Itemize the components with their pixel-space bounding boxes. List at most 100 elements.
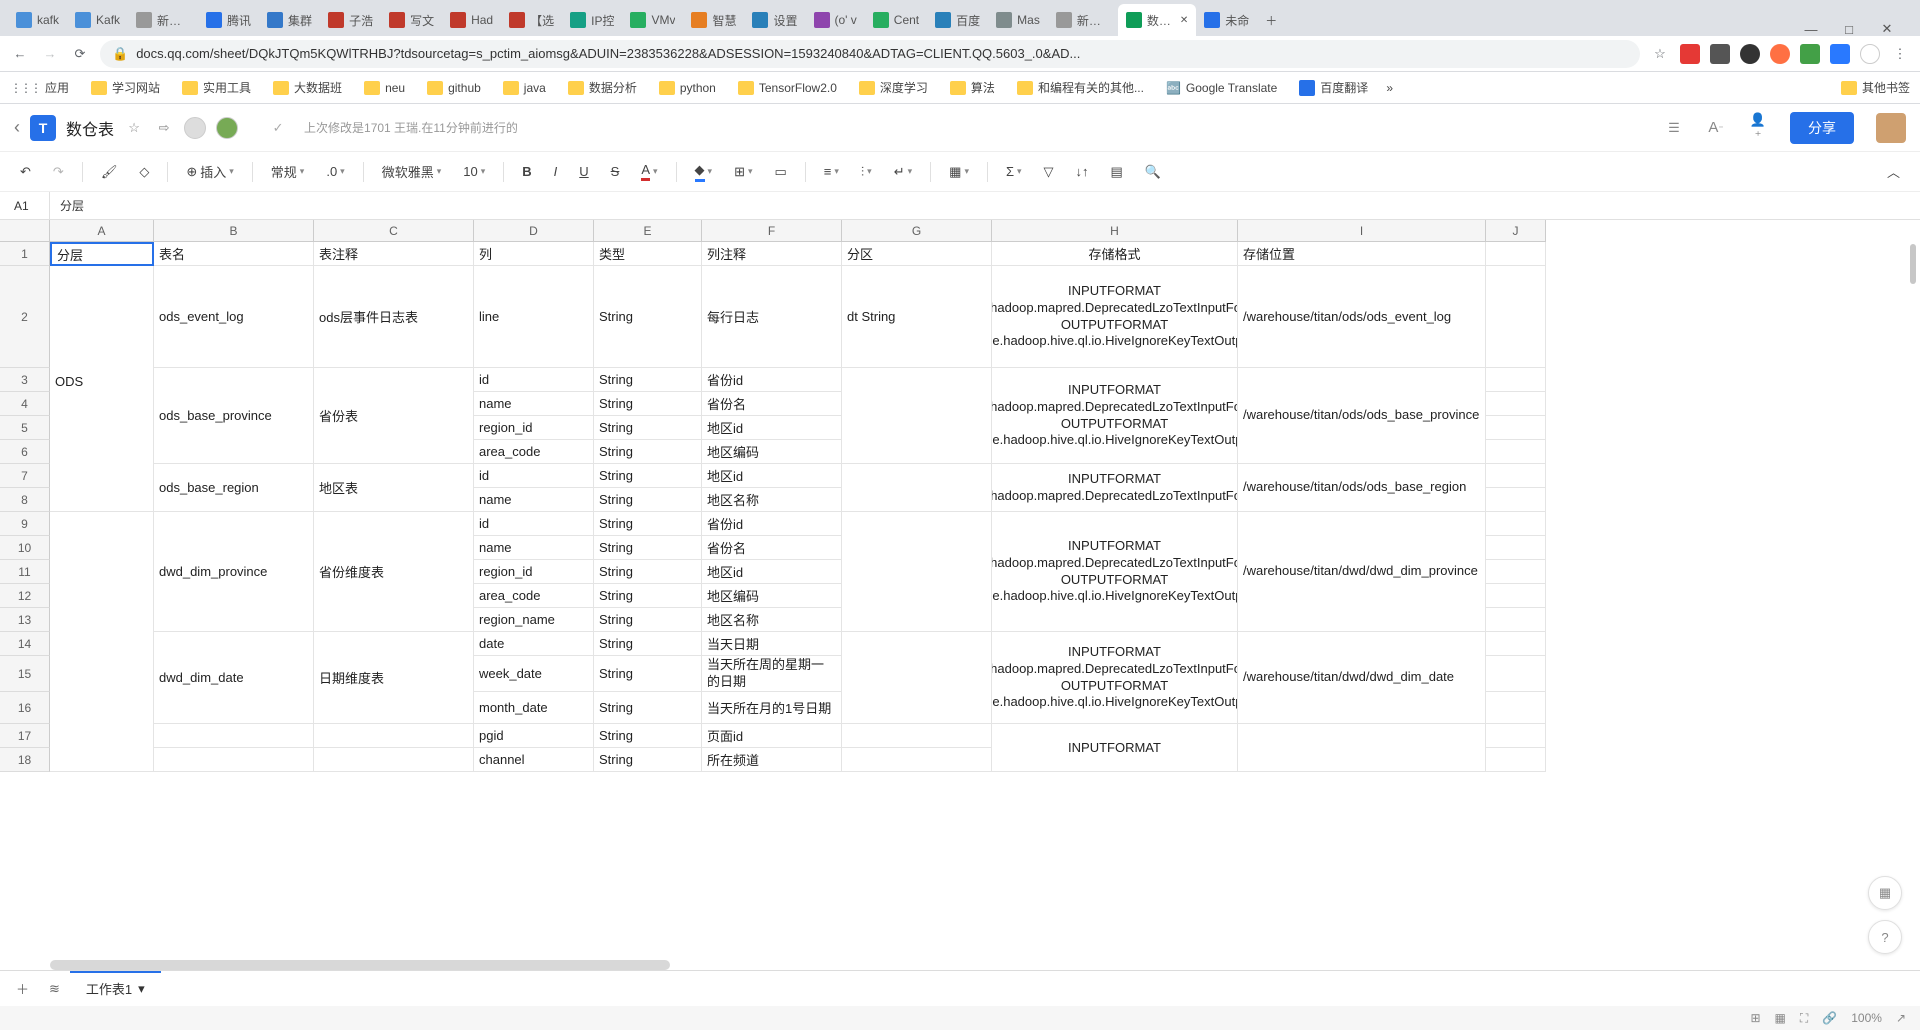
browser-tab[interactable]: 新标签页 (128, 4, 198, 36)
number-format[interactable]: 常规▾ (267, 158, 309, 185)
cell-F1[interactable]: 列注释 (702, 242, 842, 266)
browser-tab[interactable]: 新标签页 (1048, 4, 1118, 36)
cell-value-box[interactable]: 分层 (50, 197, 84, 214)
cell-C7[interactable]: 地区表 (314, 464, 474, 512)
row-header[interactable]: 8 (0, 488, 50, 512)
cell-F10[interactable]: 省份名 (702, 536, 842, 560)
collapse-toolbar[interactable]: ︿ (1883, 158, 1904, 185)
cell-D1[interactable]: 列 (474, 242, 594, 266)
cell-E18[interactable]: String (594, 748, 702, 772)
row-header[interactable]: 10 (0, 536, 50, 560)
new-tab-button[interactable]: ＋ (1257, 4, 1285, 36)
ext-2[interactable] (1710, 44, 1730, 64)
user-avatar[interactable] (1876, 113, 1906, 143)
valign-button[interactable]: ⫶ ▾ (857, 160, 876, 184)
font-icon[interactable]: A⁻ (1706, 119, 1726, 136)
vertical-scrollbar[interactable] (1910, 244, 1916, 284)
browser-tab[interactable]: 数…✕ (1118, 4, 1196, 36)
cell-E3[interactable]: String (594, 368, 702, 392)
browser-tab[interactable]: Had (442, 4, 501, 36)
insert-menu[interactable]: ⊕ 插入 ▾ (182, 158, 237, 185)
cell-G14[interactable] (842, 632, 992, 724)
invite-icon[interactable]: 👤⁺ (1748, 112, 1768, 144)
column-header[interactable]: F (702, 220, 842, 242)
row-header[interactable]: 12 (0, 584, 50, 608)
window-close[interactable]: ✕ (1880, 22, 1894, 36)
browser-tab[interactable]: IP控 (562, 4, 622, 36)
cell-G7[interactable] (842, 464, 992, 512)
column-header[interactable]: D (474, 220, 594, 242)
column-header[interactable]: B (154, 220, 314, 242)
horizontal-scrollbar[interactable] (50, 960, 670, 970)
bookmark-item[interactable]: 🔤Google Translate (1166, 81, 1277, 95)
halign-button[interactable]: ≡ ▾ (820, 160, 843, 183)
cell-H7[interactable]: INPUTFORMAT 'com.hadoop.mapred.Deprecate… (992, 464, 1238, 512)
cell-A2[interactable]: ODS (50, 266, 154, 512)
cell-B3[interactable]: ods_base_province (154, 368, 314, 464)
bm-more[interactable]: » (1386, 81, 1393, 95)
grid-icon[interactable]: ⊞ (1750, 1011, 1760, 1025)
ext-3[interactable] (1740, 44, 1760, 64)
freeze-button[interactable]: ▦ ▾ (945, 160, 973, 184)
cell-C1[interactable]: 表注释 (314, 242, 474, 266)
cell-B1[interactable]: 表名 (154, 242, 314, 266)
cell-J1[interactable] (1486, 242, 1546, 266)
cell-F6[interactable]: 地区编码 (702, 440, 842, 464)
undo-button[interactable]: ↶ (16, 160, 35, 184)
spreadsheet-grid[interactable]: ABCDEFGHIJ 123456789101112131415161718 分… (0, 220, 1920, 970)
cell-G1[interactable]: 分区 (842, 242, 992, 266)
cell-H17[interactable]: INPUTFORMAT (992, 724, 1238, 772)
cell-F2[interactable]: 每行日志 (702, 266, 842, 368)
row-header[interactable]: 16 (0, 692, 50, 724)
bookmark-item[interactable]: python (659, 81, 716, 95)
font-size[interactable]: 10▾ (459, 160, 489, 183)
cell-G17[interactable] (842, 724, 992, 748)
cell-C3[interactable]: 省份表 (314, 368, 474, 464)
star-icon[interactable]: ☆ (124, 120, 144, 136)
ext-4[interactable] (1770, 44, 1790, 64)
sheet-tab-1[interactable]: 工作表1▾ (70, 971, 161, 1004)
wrap-button[interactable]: ↵ ▾ (890, 160, 916, 184)
cell-D13[interactable]: region_name (474, 608, 594, 632)
find-button[interactable]: 🔍 (1141, 160, 1165, 184)
cell-F8[interactable]: 地区名称 (702, 488, 842, 512)
cell-A1[interactable]: 分层 (50, 242, 154, 266)
collab-avatar-2[interactable] (216, 117, 238, 139)
browser-tab[interactable]: Mas (988, 4, 1048, 36)
cell-J15[interactable] (1486, 656, 1546, 692)
back-arrow[interactable]: ‹ (14, 117, 20, 138)
cell-I17[interactable] (1238, 724, 1486, 772)
browser-tab[interactable]: 百度 (927, 4, 988, 36)
browser-tab[interactable]: 未命 (1196, 4, 1257, 36)
menu-icon[interactable]: ⋮ (1890, 44, 1910, 64)
cell-J13[interactable] (1486, 608, 1546, 632)
browser-tab[interactable]: (o' v (806, 4, 865, 36)
row-header[interactable]: 6 (0, 440, 50, 464)
row-header[interactable]: 14 (0, 632, 50, 656)
row-header[interactable]: 3 (0, 368, 50, 392)
row-header[interactable]: 7 (0, 464, 50, 488)
bookmark-item[interactable]: 深度学习 (859, 79, 928, 96)
cell-F9[interactable]: 省份id (702, 512, 842, 536)
underline-button[interactable]: U (575, 160, 592, 183)
bold-button[interactable]: B (518, 160, 535, 183)
cell-F4[interactable]: 省份名 (702, 392, 842, 416)
cell-D17[interactable]: pgid (474, 724, 594, 748)
cell-E13[interactable]: String (594, 608, 702, 632)
cell-I3[interactable]: /warehouse/titan/ods/ods_base_province (1238, 368, 1486, 464)
cell-B7[interactable]: ods_base_region (154, 464, 314, 512)
cell-G2[interactable]: dt String (842, 266, 992, 368)
cell-E8[interactable]: String (594, 488, 702, 512)
conditional-format[interactable]: ▤ (1107, 160, 1127, 184)
cell-D4[interactable]: name (474, 392, 594, 416)
cell-J3[interactable] (1486, 368, 1546, 392)
url-input[interactable]: 🔒 docs.qq.com/sheet/DQkJTQm5KQWlTRHBJ?td… (100, 40, 1640, 68)
cell-I9[interactable]: /warehouse/titan/dwd/dwd_dim_province (1238, 512, 1486, 632)
bookmark-item[interactable]: 算法 (950, 79, 995, 96)
select-all-corner[interactable] (0, 220, 50, 242)
cell-D16[interactable]: month_date (474, 692, 594, 724)
cell-C14[interactable]: 日期维度表 (314, 632, 474, 724)
cell-D8[interactable]: name (474, 488, 594, 512)
cell-J12[interactable] (1486, 584, 1546, 608)
cell-B17[interactable] (154, 724, 314, 748)
